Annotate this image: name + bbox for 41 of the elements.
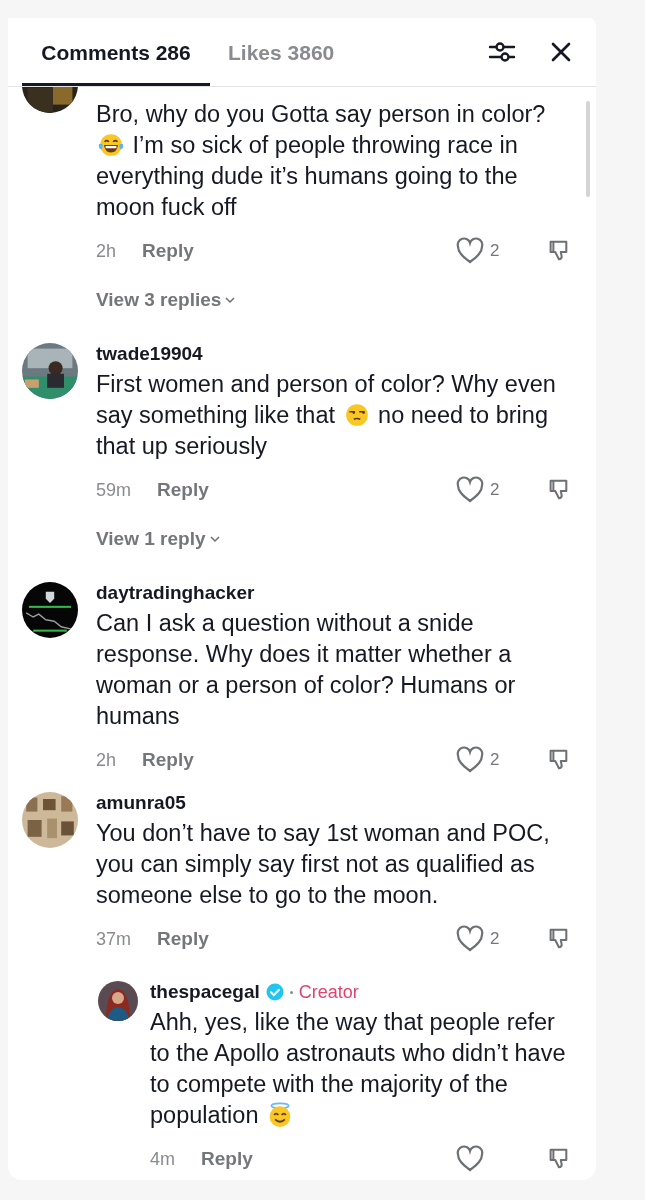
reply-button[interactable]: Reply [157,479,209,501]
heart-icon[interactable] [456,925,484,953]
chevron-down-icon [224,295,237,305]
username[interactable]: daytradinghacker [96,582,255,604]
reply-button[interactable]: Reply [201,1148,253,1170]
reply-button[interactable]: Reply [142,749,194,771]
comment-text: First women and person of color? Why even say something like that no need to bring that up seriously [96,370,557,461]
comment-time: 4m [150,1148,175,1170]
view-replies-link[interactable]: View 3 replies [96,289,237,311]
comment-time: 2h [96,749,117,771]
comment-text: Ahh, yes, like the way that people refer to the Apollo astronauts who didn’t have to compete with the majority of the population [150,1008,567,1130]
username[interactable]: amunra05 [96,792,186,814]
username[interactable]: thespacegal [150,981,260,1003]
reply-button[interactable]: Reply [142,240,194,262]
comment-time: 2h [96,240,117,262]
unamused-face-icon [343,402,370,428]
comment-text: You don’t have to say 1st woman and POC, you can simply say first not as qualified as someone else to go to the moon. [96,819,551,910]
chevron-down-icon [208,534,221,544]
reply-button[interactable]: Reply [157,928,209,950]
laughing-face-icon [98,132,124,158]
comment-text: Can I ask a question without a snide response. Why does it matter whether a woman or a person of color? Humans or humans [96,609,517,731]
scrollbar[interactable] [586,101,590,197]
filter-icon[interactable] [488,39,516,65]
like-count: 2 [490,750,500,770]
like-count: 2 [490,480,500,500]
like-count: 2 [490,929,500,949]
heart-icon[interactable] [456,1145,484,1173]
like-count: 2 [490,241,500,261]
comment-text: Bro, why do you Gotta say person in color? I’m so sick of people throwing race in everything dude it’s humans going to the moon fuck off [96,100,547,222]
tab[interactable]: Likes 3860 [214,18,349,86]
halo-face-icon [267,1102,293,1128]
comment-time: 37m [96,928,131,950]
heart-icon[interactable] [456,237,484,265]
close-icon[interactable] [550,41,572,63]
username[interactable]: twade19904 [96,343,203,365]
separator-dot [289,990,293,994]
creator-label: Creator [298,981,359,1003]
comment-time: 59m [96,479,131,501]
view-replies-link[interactable]: View 1 reply [96,528,221,550]
heart-icon[interactable] [456,746,484,774]
heart-icon[interactable] [456,476,484,504]
